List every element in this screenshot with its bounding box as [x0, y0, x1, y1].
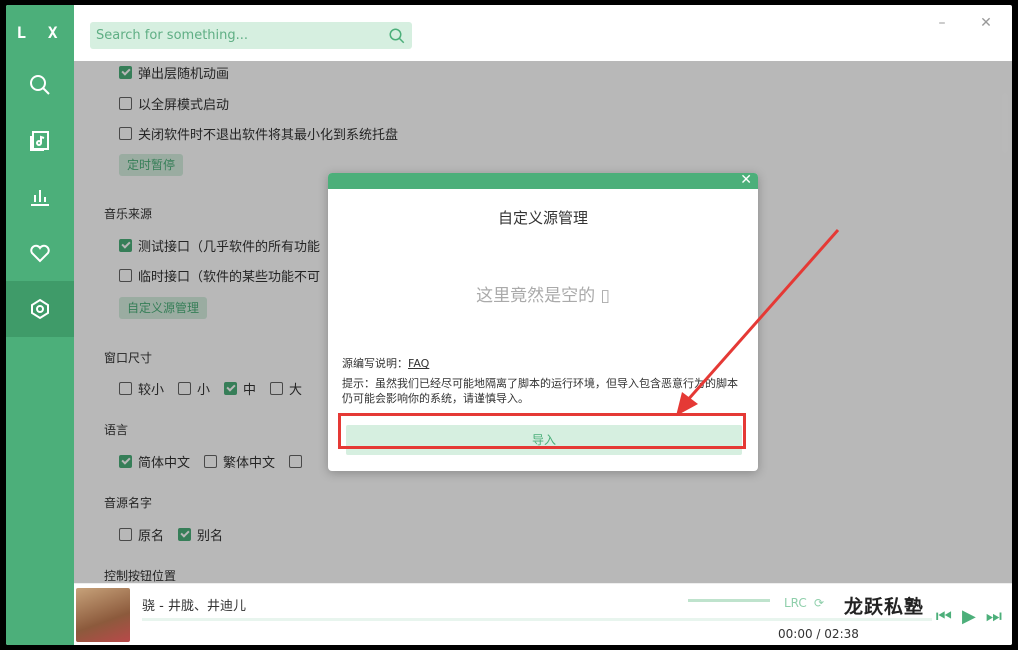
time-total: 02:38	[824, 627, 859, 641]
song-title: 骁 - 井胧、井迪儿	[142, 599, 246, 614]
time-separator: /	[816, 627, 821, 641]
playback-controls: ⏮ ▶ ⏭	[936, 606, 1002, 627]
dialog-title: 自定义源管理	[497, 209, 588, 227]
player-bar: 骁 - 井胧、井迪儿 LRC ⟳ 00:00 / 02:38 龙跃私塾 ⏮ ▶ …	[74, 583, 1012, 645]
sidebar-item-leaderboard[interactable]	[6, 169, 74, 225]
doc-label: 源编写说明：	[342, 357, 408, 370]
repeat-icon[interactable]: ⟳	[810, 594, 828, 612]
sidebar-item-settings[interactable]	[6, 281, 74, 337]
search-icon[interactable]	[388, 27, 406, 45]
chart-icon	[31, 190, 49, 206]
close-icon[interactable]: ✕	[740, 173, 752, 188]
sidebar: L X	[6, 5, 74, 645]
time-readout: 00:00 / 02:38	[778, 627, 859, 641]
lyric-icon[interactable]: LRC	[784, 594, 807, 612]
next-icon[interactable]: ⏭	[986, 606, 1002, 627]
warning-tip: 提示：虽然我们已经尽可能地隔离了脚本的运行环境，但导入包含恶意行为的脚本仍可能会…	[342, 377, 738, 405]
annotation-box	[338, 413, 746, 449]
watermark-text: 龙跃私塾	[844, 596, 925, 618]
sidebar-item-songlist[interactable]	[6, 113, 74, 169]
scrollbar[interactable]	[1002, 93, 1008, 153]
minimize-icon[interactable]: –	[934, 15, 950, 31]
album-cover[interactable]	[76, 588, 130, 642]
prev-icon[interactable]: ⏮	[936, 606, 952, 627]
music-list-icon	[30, 131, 49, 151]
faq-link[interactable]: FAQ	[408, 357, 429, 370]
app-logo: L X	[16, 23, 64, 42]
doc-line: 源编写说明：FAQ	[342, 355, 429, 371]
play-icon[interactable]: ▶	[962, 606, 976, 627]
volume-slider[interactable]	[688, 599, 770, 602]
close-icon[interactable]: ✕	[978, 15, 994, 31]
progress-bar[interactable]	[142, 618, 932, 621]
search-input[interactable]	[90, 22, 380, 49]
settings-icon	[31, 298, 49, 320]
time-current: 00:00	[778, 627, 813, 641]
search-box	[90, 22, 412, 49]
search-icon	[30, 75, 50, 95]
sidebar-item-search[interactable]	[6, 57, 74, 113]
app-window: L X – ✕ 弹出层随机动画 以全屏模式启动 关闭软件时不退出软件将其最小化到…	[6, 5, 1012, 645]
empty-message: 这里竟然是空的 ▯	[476, 286, 610, 306]
heart-icon	[30, 244, 50, 263]
dialog-header: ✕	[328, 173, 758, 189]
sidebar-item-favorites[interactable]	[6, 225, 74, 281]
